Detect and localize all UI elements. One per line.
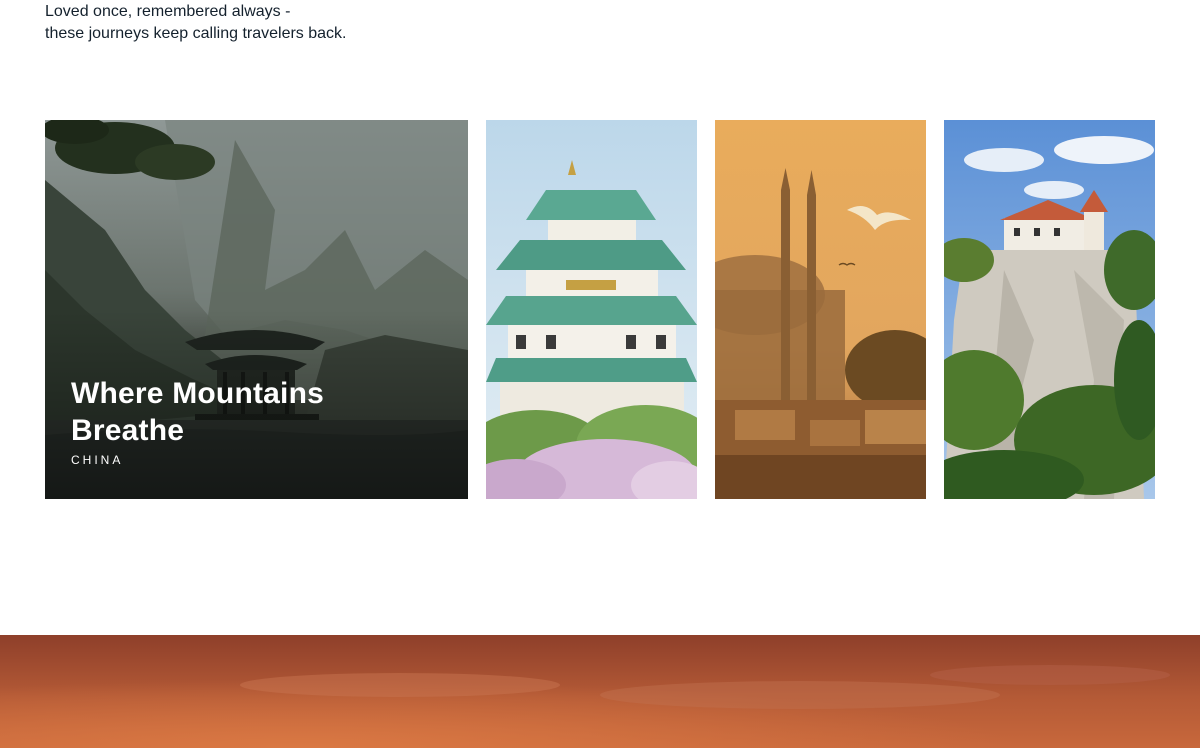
section-intro: Loved once, remembered always - these jo… <box>45 1 347 45</box>
japanese-castle-image <box>486 120 697 499</box>
destination-card-bled-castle[interactable] <box>944 120 1155 499</box>
cliff-castle-image <box>944 120 1155 499</box>
feature-country: CHINA <box>71 453 124 467</box>
destination-card-japan-castle[interactable] <box>486 120 697 499</box>
destination-card-istanbul[interactable] <box>715 120 926 499</box>
sunset-banner-image <box>0 635 1200 748</box>
feature-caption: Where Mountains Breathe CHINA <box>71 375 371 467</box>
intro-line-1: Loved once, remembered always - <box>45 3 291 20</box>
minarets-sunset-image <box>715 120 926 499</box>
intro-line-2: these journeys keep calling travelers ba… <box>45 25 347 42</box>
feature-title: Where Mountains Breathe <box>71 377 325 447</box>
sunset-banner <box>0 635 1200 748</box>
destination-card-china[interactable]: Where Mountains Breathe CHINA <box>45 120 468 499</box>
destination-gallery: Where Mountains Breathe CHINA <box>45 120 1155 499</box>
